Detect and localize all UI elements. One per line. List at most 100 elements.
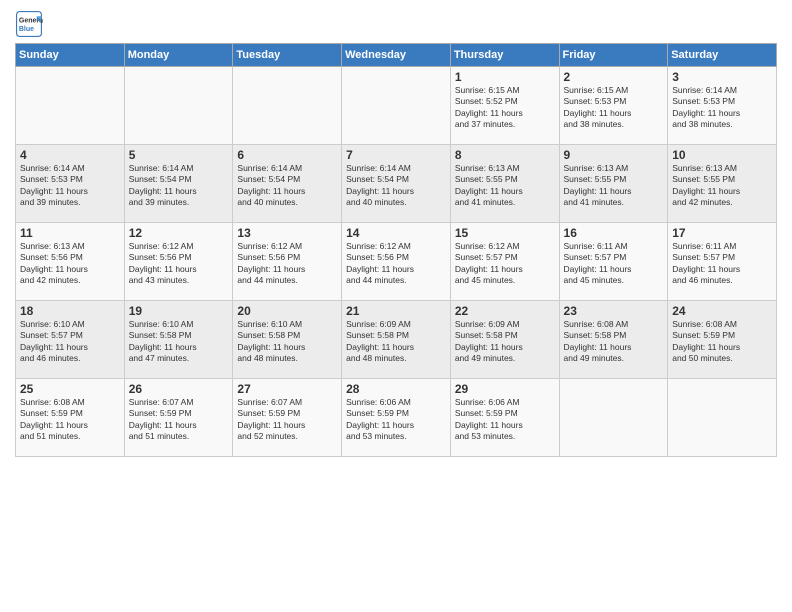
day-cell: 1Sunrise: 6:15 AM Sunset: 5:52 PM Daylig… <box>450 67 559 145</box>
day-info: Sunrise: 6:07 AM Sunset: 5:59 PM Dayligh… <box>129 397 229 443</box>
day-cell: 22Sunrise: 6:09 AM Sunset: 5:58 PM Dayli… <box>450 301 559 379</box>
day-number: 26 <box>129 382 229 396</box>
day-cell <box>559 379 668 457</box>
day-number: 5 <box>129 148 229 162</box>
day-info: Sunrise: 6:13 AM Sunset: 5:55 PM Dayligh… <box>672 163 772 209</box>
day-cell: 2Sunrise: 6:15 AM Sunset: 5:53 PM Daylig… <box>559 67 668 145</box>
day-cell <box>233 67 342 145</box>
day-info: Sunrise: 6:15 AM Sunset: 5:52 PM Dayligh… <box>455 85 555 131</box>
main-container: General Blue SundayMondayTuesdayWednesda… <box>0 0 792 465</box>
logo-icon: General Blue <box>15 10 43 38</box>
day-info: Sunrise: 6:14 AM Sunset: 5:53 PM Dayligh… <box>672 85 772 131</box>
calendar-table: SundayMondayTuesdayWednesdayThursdayFrid… <box>15 43 777 457</box>
day-cell: 3Sunrise: 6:14 AM Sunset: 5:53 PM Daylig… <box>668 67 777 145</box>
day-number: 7 <box>346 148 446 162</box>
day-cell: 10Sunrise: 6:13 AM Sunset: 5:55 PM Dayli… <box>668 145 777 223</box>
day-cell: 21Sunrise: 6:09 AM Sunset: 5:58 PM Dayli… <box>342 301 451 379</box>
day-number: 12 <box>129 226 229 240</box>
day-number: 1 <box>455 70 555 84</box>
day-cell <box>124 67 233 145</box>
day-number: 24 <box>672 304 772 318</box>
day-number: 8 <box>455 148 555 162</box>
day-number: 9 <box>564 148 664 162</box>
day-cell: 13Sunrise: 6:12 AM Sunset: 5:56 PM Dayli… <box>233 223 342 301</box>
weekday-header-friday: Friday <box>559 44 668 67</box>
day-info: Sunrise: 6:10 AM Sunset: 5:58 PM Dayligh… <box>237 319 337 365</box>
weekday-header-saturday: Saturday <box>668 44 777 67</box>
day-info: Sunrise: 6:13 AM Sunset: 5:55 PM Dayligh… <box>564 163 664 209</box>
day-cell <box>668 379 777 457</box>
day-number: 2 <box>564 70 664 84</box>
weekday-header-sunday: Sunday <box>16 44 125 67</box>
week-row-2: 4Sunrise: 6:14 AM Sunset: 5:53 PM Daylig… <box>16 145 777 223</box>
day-cell: 25Sunrise: 6:08 AM Sunset: 5:59 PM Dayli… <box>16 379 125 457</box>
day-cell <box>16 67 125 145</box>
day-cell: 26Sunrise: 6:07 AM Sunset: 5:59 PM Dayli… <box>124 379 233 457</box>
day-info: Sunrise: 6:12 AM Sunset: 5:56 PM Dayligh… <box>237 241 337 287</box>
day-cell: 20Sunrise: 6:10 AM Sunset: 5:58 PM Dayli… <box>233 301 342 379</box>
day-number: 11 <box>20 226 120 240</box>
day-info: Sunrise: 6:14 AM Sunset: 5:54 PM Dayligh… <box>129 163 229 209</box>
day-cell: 19Sunrise: 6:10 AM Sunset: 5:58 PM Dayli… <box>124 301 233 379</box>
weekday-header-row: SundayMondayTuesdayWednesdayThursdayFrid… <box>16 44 777 67</box>
day-number: 6 <box>237 148 337 162</box>
day-info: Sunrise: 6:13 AM Sunset: 5:55 PM Dayligh… <box>455 163 555 209</box>
day-cell: 4Sunrise: 6:14 AM Sunset: 5:53 PM Daylig… <box>16 145 125 223</box>
day-cell: 29Sunrise: 6:06 AM Sunset: 5:59 PM Dayli… <box>450 379 559 457</box>
day-cell: 15Sunrise: 6:12 AM Sunset: 5:57 PM Dayli… <box>450 223 559 301</box>
day-info: Sunrise: 6:09 AM Sunset: 5:58 PM Dayligh… <box>346 319 446 365</box>
day-cell: 12Sunrise: 6:12 AM Sunset: 5:56 PM Dayli… <box>124 223 233 301</box>
day-info: Sunrise: 6:10 AM Sunset: 5:57 PM Dayligh… <box>20 319 120 365</box>
day-info: Sunrise: 6:11 AM Sunset: 5:57 PM Dayligh… <box>564 241 664 287</box>
week-row-4: 18Sunrise: 6:10 AM Sunset: 5:57 PM Dayli… <box>16 301 777 379</box>
weekday-header-tuesday: Tuesday <box>233 44 342 67</box>
day-number: 3 <box>672 70 772 84</box>
day-cell: 11Sunrise: 6:13 AM Sunset: 5:56 PM Dayli… <box>16 223 125 301</box>
day-cell: 8Sunrise: 6:13 AM Sunset: 5:55 PM Daylig… <box>450 145 559 223</box>
day-cell: 23Sunrise: 6:08 AM Sunset: 5:58 PM Dayli… <box>559 301 668 379</box>
day-number: 29 <box>455 382 555 396</box>
day-info: Sunrise: 6:09 AM Sunset: 5:58 PM Dayligh… <box>455 319 555 365</box>
week-row-3: 11Sunrise: 6:13 AM Sunset: 5:56 PM Dayli… <box>16 223 777 301</box>
logo: General Blue <box>15 10 45 38</box>
day-number: 20 <box>237 304 337 318</box>
weekday-header-monday: Monday <box>124 44 233 67</box>
day-info: Sunrise: 6:12 AM Sunset: 5:57 PM Dayligh… <box>455 241 555 287</box>
day-info: Sunrise: 6:10 AM Sunset: 5:58 PM Dayligh… <box>129 319 229 365</box>
day-number: 14 <box>346 226 446 240</box>
day-info: Sunrise: 6:12 AM Sunset: 5:56 PM Dayligh… <box>129 241 229 287</box>
day-info: Sunrise: 6:11 AM Sunset: 5:57 PM Dayligh… <box>672 241 772 287</box>
day-number: 23 <box>564 304 664 318</box>
day-info: Sunrise: 6:14 AM Sunset: 5:53 PM Dayligh… <box>20 163 120 209</box>
day-info: Sunrise: 6:12 AM Sunset: 5:56 PM Dayligh… <box>346 241 446 287</box>
day-cell: 24Sunrise: 6:08 AM Sunset: 5:59 PM Dayli… <box>668 301 777 379</box>
day-info: Sunrise: 6:14 AM Sunset: 5:54 PM Dayligh… <box>346 163 446 209</box>
day-info: Sunrise: 6:15 AM Sunset: 5:53 PM Dayligh… <box>564 85 664 131</box>
svg-text:Blue: Blue <box>19 26 34 33</box>
day-number: 16 <box>564 226 664 240</box>
day-info: Sunrise: 6:13 AM Sunset: 5:56 PM Dayligh… <box>20 241 120 287</box>
day-info: Sunrise: 6:14 AM Sunset: 5:54 PM Dayligh… <box>237 163 337 209</box>
day-cell: 5Sunrise: 6:14 AM Sunset: 5:54 PM Daylig… <box>124 145 233 223</box>
day-cell: 17Sunrise: 6:11 AM Sunset: 5:57 PM Dayli… <box>668 223 777 301</box>
day-cell: 7Sunrise: 6:14 AM Sunset: 5:54 PM Daylig… <box>342 145 451 223</box>
week-row-1: 1Sunrise: 6:15 AM Sunset: 5:52 PM Daylig… <box>16 67 777 145</box>
week-row-5: 25Sunrise: 6:08 AM Sunset: 5:59 PM Dayli… <box>16 379 777 457</box>
day-info: Sunrise: 6:07 AM Sunset: 5:59 PM Dayligh… <box>237 397 337 443</box>
day-number: 13 <box>237 226 337 240</box>
day-cell: 6Sunrise: 6:14 AM Sunset: 5:54 PM Daylig… <box>233 145 342 223</box>
day-number: 10 <box>672 148 772 162</box>
day-number: 18 <box>20 304 120 318</box>
day-info: Sunrise: 6:08 AM Sunset: 5:58 PM Dayligh… <box>564 319 664 365</box>
day-number: 28 <box>346 382 446 396</box>
header: General Blue <box>15 10 777 38</box>
day-number: 4 <box>20 148 120 162</box>
day-number: 21 <box>346 304 446 318</box>
day-info: Sunrise: 6:06 AM Sunset: 5:59 PM Dayligh… <box>346 397 446 443</box>
day-cell: 14Sunrise: 6:12 AM Sunset: 5:56 PM Dayli… <box>342 223 451 301</box>
day-number: 27 <box>237 382 337 396</box>
day-cell: 16Sunrise: 6:11 AM Sunset: 5:57 PM Dayli… <box>559 223 668 301</box>
day-cell: 9Sunrise: 6:13 AM Sunset: 5:55 PM Daylig… <box>559 145 668 223</box>
day-number: 25 <box>20 382 120 396</box>
day-cell <box>342 67 451 145</box>
